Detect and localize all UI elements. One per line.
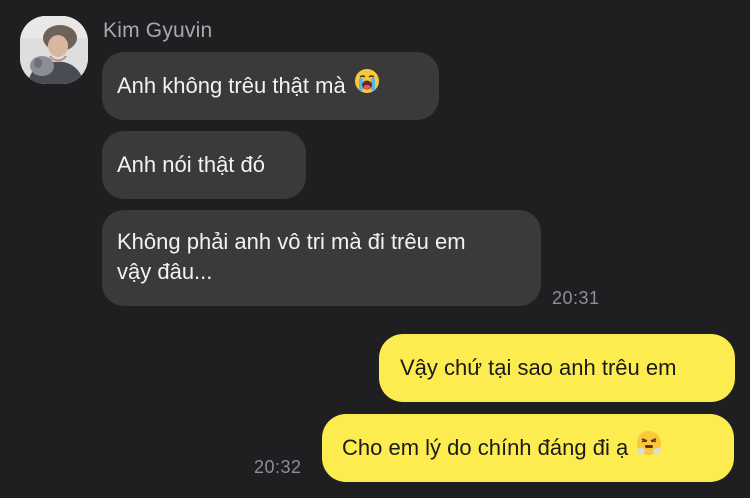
message-text: Anh nói thật đó xyxy=(117,152,266,177)
loudly-crying-face-icon xyxy=(354,68,380,102)
message-text-line: vậy đâu... xyxy=(117,259,213,284)
message-text-line: Không phải anh vô tri mà đi trêu em xyxy=(117,229,466,254)
avatar-photo xyxy=(20,16,88,84)
incoming-message[interactable]: Anh nói thật đó xyxy=(102,131,306,199)
message-text: Cho em lý do chính đáng đi ạ xyxy=(342,435,629,460)
incoming-message[interactable]: Không phải anh vô tri mà đi trêu em vậy … xyxy=(102,210,541,306)
message-text: Anh không trêu thật mà xyxy=(117,73,346,98)
sender-name: Kim Gyuvin xyxy=(103,19,213,42)
face-with-steam-from-nose-icon xyxy=(636,430,662,464)
incoming-timestamp: 20:31 xyxy=(552,288,600,308)
message-text: Vậy chứ tại sao anh trêu em xyxy=(400,355,677,380)
incoming-message[interactable]: Anh không trêu thật mà xyxy=(102,52,439,120)
outgoing-message[interactable]: Cho em lý do chính đáng đi ạ xyxy=(322,414,734,482)
profile-avatar[interactable] xyxy=(20,16,88,84)
outgoing-message[interactable]: Vậy chứ tại sao anh trêu em xyxy=(379,334,735,402)
outgoing-timestamp: 20:32 xyxy=(254,457,302,477)
